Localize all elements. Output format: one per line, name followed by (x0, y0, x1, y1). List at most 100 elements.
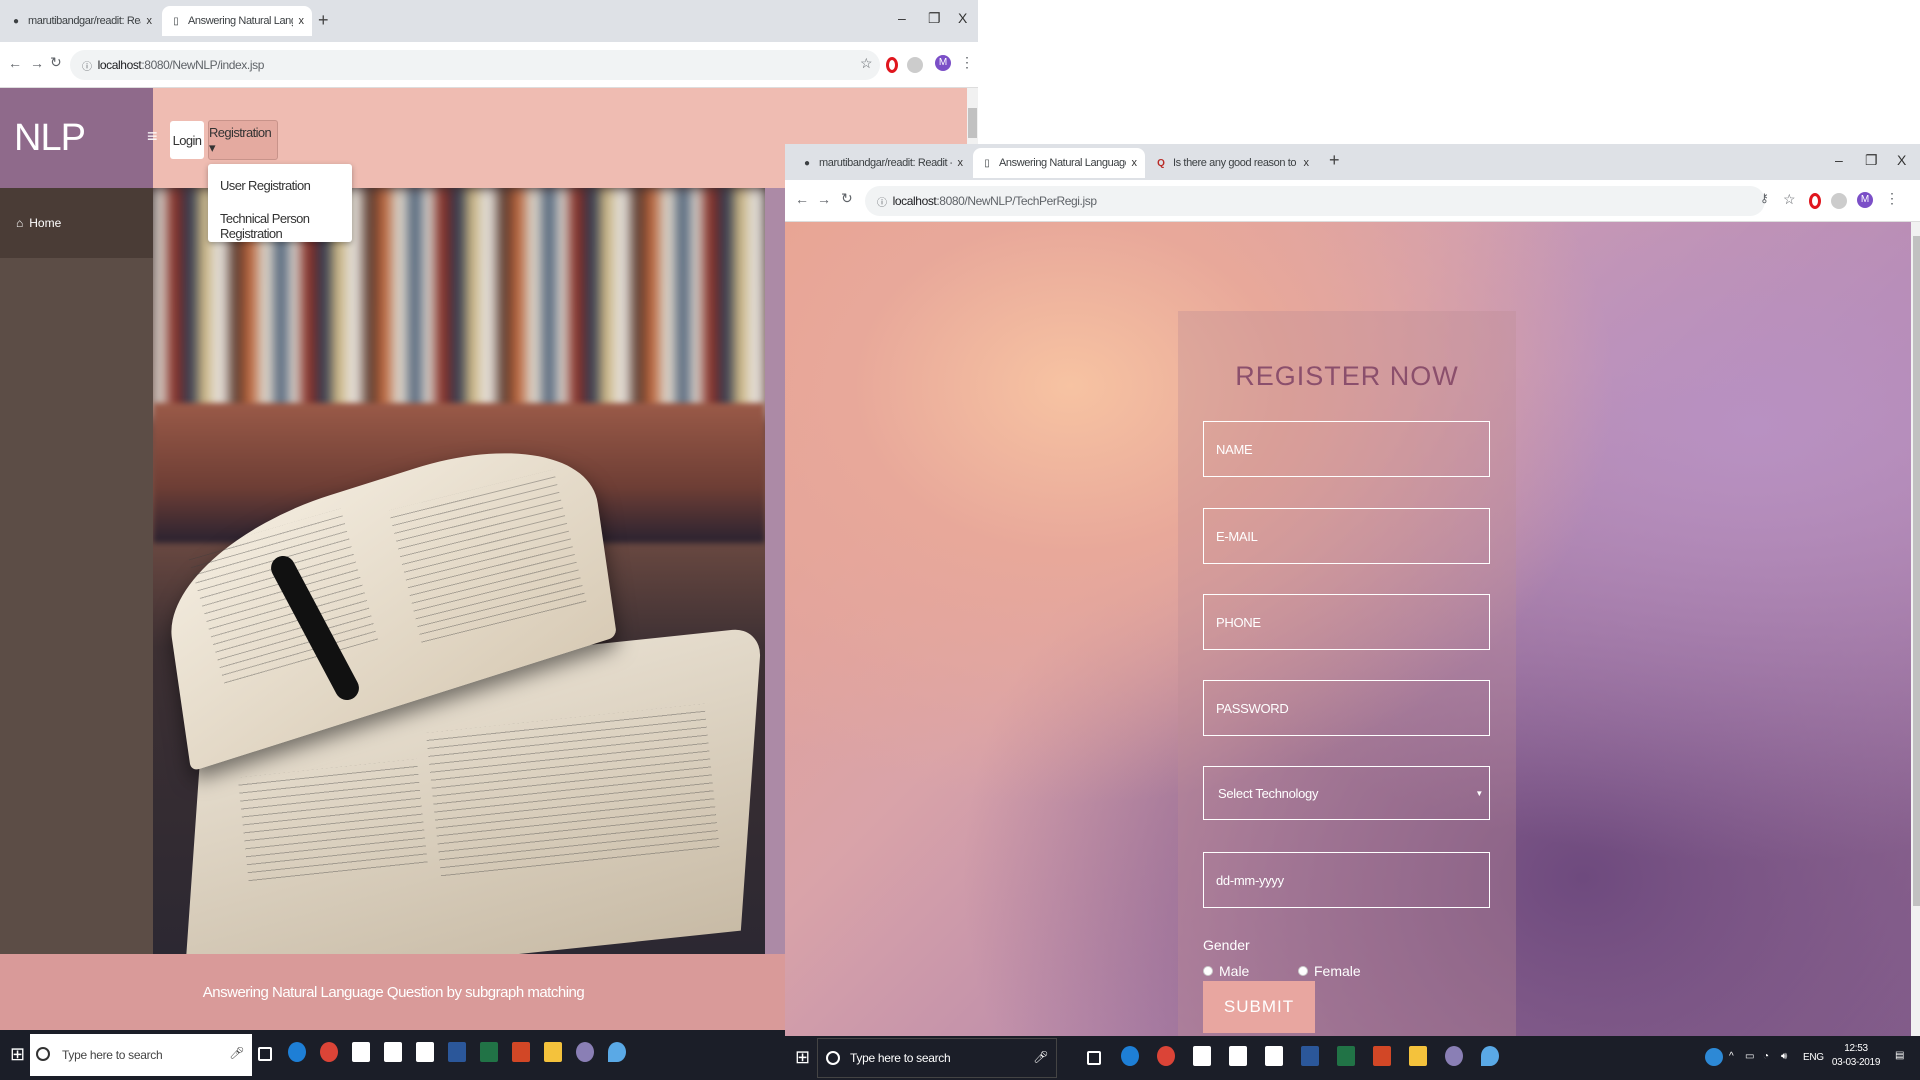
avatar[interactable]: M (1857, 192, 1873, 208)
windows-start-icon[interactable]: ⊞ (10, 1044, 25, 1065)
minimize-button[interactable]: – (898, 10, 906, 26)
menu-item-user-registration[interactable]: User Registration (220, 178, 311, 193)
opera-icon[interactable] (886, 57, 898, 73)
scrollbar-thumb[interactable] (1913, 236, 1920, 906)
clock[interactable]: 12:53 03-03-2019 (1827, 1042, 1885, 1070)
restore-button[interactable]: ❐ (1865, 152, 1878, 169)
taskbar-search[interactable]: Type here to search 🎤︎ (817, 1038, 1057, 1078)
maps-icon[interactable] (1481, 1046, 1499, 1066)
forward-icon[interactable]: → (30, 55, 44, 71)
tab-quora[interactable]: Q Is there any good reason to hav x (1147, 148, 1317, 178)
name-field[interactable]: NAME (1203, 421, 1490, 477)
excel-icon[interactable] (480, 1042, 498, 1062)
battery-icon[interactable]: ▭ (1745, 1050, 1754, 1064)
file-explorer-icon[interactable] (544, 1042, 562, 1062)
powerpoint-icon[interactable] (1373, 1046, 1391, 1066)
tab-title: marutibandgar/readit: Readit - G (28, 15, 141, 27)
network-icon[interactable]: ◔ (1763, 1050, 1769, 1064)
menu-dots-icon[interactable]: ⋮ (960, 54, 974, 71)
word-icon[interactable] (448, 1042, 466, 1062)
phone-field[interactable]: PHONE (1203, 594, 1490, 650)
back-icon[interactable]: ← (795, 191, 809, 207)
minimize-button[interactable]: – (1835, 152, 1843, 168)
avatar[interactable]: M (935, 55, 951, 71)
forward-icon[interactable]: → (817, 191, 831, 207)
close-tab-icon[interactable]: x (147, 15, 153, 27)
menu-icon[interactable]: ≡ (147, 126, 158, 147)
email-field[interactable]: E-MAIL (1203, 508, 1490, 564)
login-button[interactable]: Login (170, 121, 204, 159)
tab-readit[interactable]: ● marutibandgar/readit: Readit - G x (793, 148, 971, 178)
opera-icon[interactable] (1809, 193, 1821, 209)
menu-dots-icon[interactable]: ⋮ (1885, 190, 1899, 207)
close-tab-icon[interactable]: x (1304, 157, 1310, 169)
store-icon[interactable] (352, 1042, 370, 1062)
windows-start-icon[interactable]: ⊞ (795, 1047, 810, 1068)
address-bar[interactable]: ⓘ localhost:8080/NewNLP/TechPerRegi.jsp (865, 186, 1765, 216)
star-icon[interactable]: ☆ (1783, 191, 1796, 208)
shield-icon[interactable] (907, 57, 923, 73)
restore-button[interactable]: ❐ (928, 10, 941, 27)
chevron-up-icon[interactable]: ^ (1729, 1050, 1734, 1064)
sidebar-item-home[interactable]: ⌂ Home (0, 188, 153, 258)
tab-readit[interactable]: ● marutibandgar/readit: Readit - G x (2, 6, 160, 36)
maps-icon[interactable] (608, 1042, 626, 1062)
key-icon[interactable]: ⚷ (1760, 191, 1769, 205)
mail-icon[interactable] (384, 1042, 402, 1062)
address-bar[interactable]: ⓘ localhost:8080/NewNLP/index.jsp (70, 50, 880, 80)
close-window-button[interactable]: X (958, 10, 967, 26)
content-margin (765, 188, 785, 954)
radio-icon[interactable] (1298, 966, 1308, 976)
word-icon[interactable] (1301, 1046, 1319, 1066)
help-icon[interactable] (1705, 1048, 1723, 1066)
password-field[interactable]: PASSWORD (1203, 680, 1490, 736)
tab-strip: ● marutibandgar/readit: Readit - G x ▯ A… (0, 0, 978, 42)
gender-male-radio[interactable]: Male (1203, 963, 1249, 979)
edge-icon[interactable] (288, 1042, 306, 1062)
new-tab-button[interactable]: + (318, 10, 329, 31)
radio-icon[interactable] (1203, 966, 1213, 976)
technology-select[interactable]: Select Technology ▼ (1203, 766, 1490, 820)
reload-icon[interactable]: ↻ (841, 190, 853, 207)
close-tab-icon[interactable]: x (1132, 157, 1138, 169)
chrome-icon[interactable] (320, 1042, 338, 1062)
tab-answering[interactable]: ▯ Answering Natural Language Qu x (973, 148, 1145, 178)
edge-icon[interactable] (1121, 1046, 1139, 1066)
back-icon[interactable]: ← (8, 55, 22, 71)
new-tab-button[interactable]: + (1329, 150, 1340, 171)
taskbar-search[interactable]: Type here to search 🎤︎ (30, 1034, 252, 1076)
app-icon[interactable] (576, 1042, 594, 1062)
dropbox-icon[interactable] (1265, 1046, 1283, 1066)
task-view-icon[interactable] (1087, 1051, 1101, 1065)
powerpoint-icon[interactable] (512, 1042, 530, 1062)
scrollbar-thumb[interactable] (968, 108, 977, 138)
mail-icon[interactable] (1229, 1046, 1247, 1066)
task-view-icon[interactable] (258, 1047, 272, 1061)
reload-icon[interactable]: ↻ (50, 54, 62, 71)
language-indicator[interactable]: ENG (1803, 1051, 1824, 1065)
store-icon[interactable] (1193, 1046, 1211, 1066)
gender-female-radio[interactable]: Female (1298, 963, 1361, 979)
submit-button[interactable]: SUBMIT (1203, 981, 1315, 1033)
volume-icon[interactable]: 🔊︎ (1781, 1050, 1787, 1064)
clock-date: 03-03-2019 (1831, 1057, 1881, 1068)
dropbox-icon[interactable] (416, 1042, 434, 1062)
date-field[interactable]: dd-mm-yyyy (1203, 852, 1490, 908)
shield-icon[interactable] (1831, 193, 1847, 209)
page-footer: Answering Natural Language Question by s… (0, 954, 787, 1030)
file-explorer-icon[interactable] (1409, 1046, 1427, 1066)
notifications-icon[interactable]: ▤ (1895, 1049, 1904, 1063)
brand-logo[interactable]: NLP (0, 88, 153, 188)
excel-icon[interactable] (1337, 1046, 1355, 1066)
chrome-icon[interactable] (1157, 1046, 1175, 1066)
tab-answering[interactable]: ▯ Answering Natural Language qu x (162, 6, 312, 36)
star-icon[interactable]: ☆ (860, 55, 873, 72)
radio-label: Female (1314, 963, 1361, 979)
app-icon[interactable] (1445, 1046, 1463, 1066)
close-window-button[interactable]: X (1897, 152, 1906, 168)
close-tab-icon[interactable]: x (299, 15, 305, 27)
registration-dropdown-button[interactable]: Registration ▾ (208, 120, 278, 160)
menu-item-technical-person-registration[interactable]: Technical Person Registration (220, 211, 352, 241)
close-tab-icon[interactable]: x (958, 157, 964, 169)
technology-select-value: Select Technology (1218, 785, 1319, 801)
